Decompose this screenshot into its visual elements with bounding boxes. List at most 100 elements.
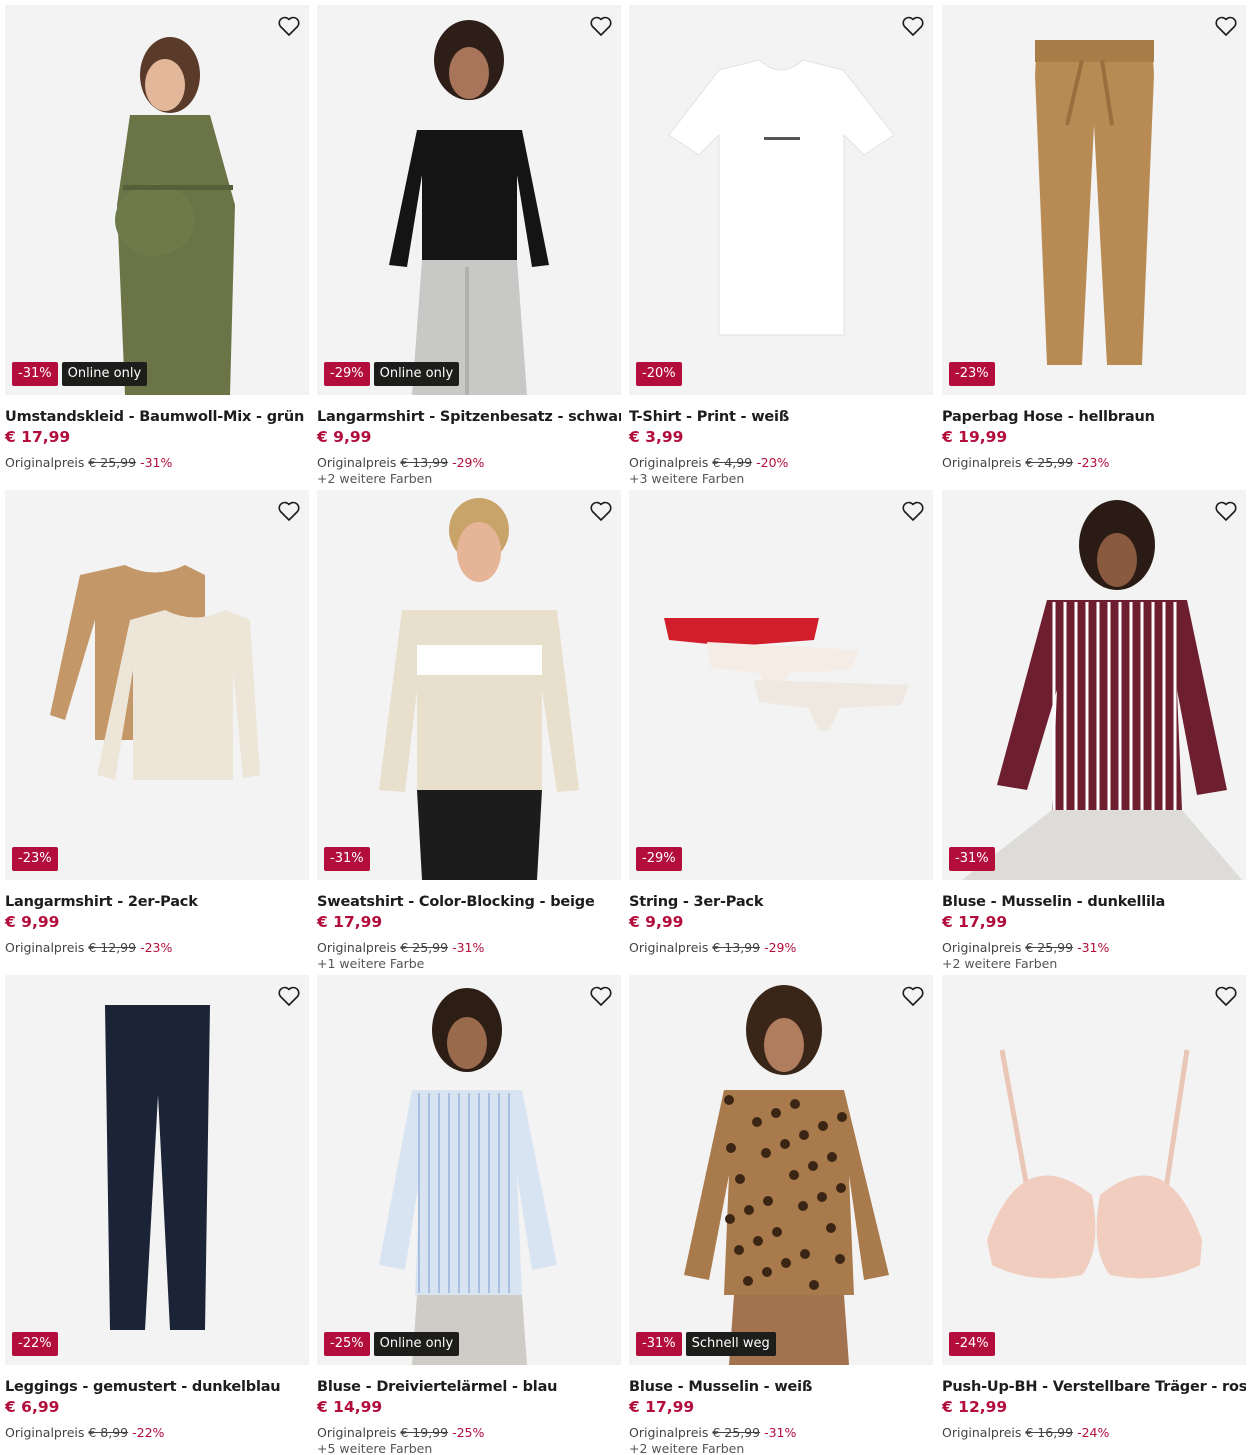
- heart-icon[interactable]: [1214, 500, 1238, 522]
- more-colors-label[interactable]: +2 weitere Farben: [942, 956, 1057, 971]
- discount-badge: -22%: [12, 1332, 58, 1356]
- heart-icon[interactable]: [277, 15, 301, 37]
- heart-icon[interactable]: [1214, 15, 1238, 37]
- original-price-label: Originalpreis: [629, 455, 709, 470]
- discount-percent: -25%: [452, 1425, 485, 1440]
- badges: -23%: [12, 847, 58, 871]
- product-price: € 9,99: [5, 913, 60, 931]
- discount-percent: -31%: [764, 1425, 797, 1440]
- original-price-label: Originalpreis: [317, 940, 397, 955]
- discount-badge: -31%: [949, 847, 995, 871]
- original-price-line: Originalpreis € 16,99 -24%: [942, 1425, 1109, 1440]
- product-image[interactable]: -23%: [942, 5, 1246, 395]
- original-price-label: Originalpreis: [5, 940, 85, 955]
- product-name[interactable]: Leggings - gemustert - dunkelblau: [5, 1379, 309, 1395]
- product-image[interactable]: -25% Online only: [317, 975, 621, 1365]
- original-price-label: Originalpreis: [5, 1425, 85, 1440]
- more-colors-label[interactable]: +3 weitere Farben: [629, 471, 744, 486]
- product-image[interactable]: -29%: [629, 490, 933, 880]
- product-name[interactable]: String - 3er-Pack: [629, 894, 933, 910]
- discount-badge: -23%: [12, 847, 58, 871]
- original-price: € 25,99: [712, 1425, 761, 1440]
- product-card[interactable]: -23% Paperbag Hose - hellbraun € 19,99 O…: [942, 5, 1246, 485]
- original-price-line: Originalpreis € 25,99 -31%: [942, 940, 1109, 955]
- heart-icon[interactable]: [901, 15, 925, 37]
- heart-icon[interactable]: [589, 985, 613, 1007]
- original-price-line: Originalpreis € 25,99 -31%: [317, 940, 484, 955]
- discount-badge: -23%: [949, 362, 995, 386]
- product-name[interactable]: Bluse - Musselin - weiß: [629, 1379, 933, 1395]
- product-name[interactable]: Sweatshirt - Color-Blocking - beige: [317, 894, 621, 910]
- more-colors-label[interactable]: +2 weitere Farben: [629, 1441, 744, 1455]
- heart-icon[interactable]: [901, 500, 925, 522]
- product-image[interactable]: -31% Schnell weg: [629, 975, 933, 1365]
- original-price-line: Originalpreis € 4,99 -20%: [629, 455, 788, 470]
- product-card[interactable]: -25% Online only Bluse - Dreiviertelärme…: [317, 975, 621, 1455]
- product-image[interactable]: -31% Online only: [5, 5, 309, 395]
- original-price-label: Originalpreis: [629, 940, 709, 955]
- product-card[interactable]: -29% Online only Langarmshirt - Spitzenb…: [317, 5, 621, 486]
- product-image[interactable]: -31%: [942, 490, 1246, 880]
- product-price: € 9,99: [629, 913, 684, 931]
- heart-icon[interactable]: [589, 500, 613, 522]
- product-card[interactable]: -20% T-Shirt - Print - weiß € 3,99 Origi…: [629, 5, 933, 486]
- discount-percent: -31%: [1077, 940, 1110, 955]
- product-card[interactable]: -31% Sweatshirt - Color-Blocking - beige…: [317, 490, 621, 971]
- product-image[interactable]: -29% Online only: [317, 5, 621, 395]
- product-name[interactable]: T-Shirt - Print - weiß: [629, 409, 933, 425]
- product-card[interactable]: -31% Bluse - Musselin - dunkellila € 17,…: [942, 490, 1246, 971]
- product-card[interactable]: -29% String - 3er-Pack € 9,99 Originalpr…: [629, 490, 933, 970]
- discount-percent: -23%: [1077, 455, 1110, 470]
- original-price-line: Originalpreis € 12,99 -23%: [5, 940, 172, 955]
- badges: -24%: [949, 1332, 995, 1356]
- product-name[interactable]: Bluse - Dreiviertelärmel - blau: [317, 1379, 621, 1395]
- product-name[interactable]: Bluse - Musselin - dunkellila: [942, 894, 1246, 910]
- product-price: € 17,99: [317, 913, 383, 931]
- badges: -29% Online only: [324, 362, 460, 386]
- heart-icon[interactable]: [277, 500, 301, 522]
- status-badge: Online only: [373, 1332, 460, 1356]
- product-name[interactable]: Langarmshirt - Spitzenbesatz - schwarz: [317, 409, 621, 425]
- more-colors-label[interactable]: +2 weitere Farben: [317, 471, 432, 486]
- discount-percent: -20%: [756, 455, 789, 470]
- badges: -31% Schnell weg: [636, 1332, 776, 1356]
- product-card[interactable]: -23% Langarmshirt - 2er-Pack € 9,99 Orig…: [5, 490, 309, 970]
- original-price: € 8,99: [88, 1425, 129, 1440]
- original-price-line: Originalpreis € 8,99 -22%: [5, 1425, 164, 1440]
- product-name[interactable]: Push-Up-BH - Verstellbare Träger - rosa: [942, 1379, 1246, 1395]
- product-name[interactable]: Paperbag Hose - hellbraun: [942, 409, 1246, 425]
- product-card[interactable]: -31% Online only Umstandskleid - Baumwol…: [5, 5, 309, 485]
- heart-icon[interactable]: [589, 15, 613, 37]
- product-name[interactable]: Langarmshirt - 2er-Pack: [5, 894, 309, 910]
- product-image[interactable]: -24%: [942, 975, 1246, 1365]
- product-image[interactable]: -20%: [629, 5, 933, 395]
- product-image[interactable]: -31%: [317, 490, 621, 880]
- leggings-icon: [105, 1005, 210, 1330]
- badges: -23%: [949, 362, 995, 386]
- blouse-icon: [962, 500, 1242, 880]
- product-image[interactable]: -22%: [5, 975, 309, 1365]
- heart-icon[interactable]: [277, 985, 301, 1007]
- original-price-label: Originalpreis: [317, 455, 397, 470]
- more-colors-label[interactable]: +5 weitere Farben: [317, 1441, 432, 1455]
- badges: -25% Online only: [324, 1332, 460, 1356]
- heart-icon[interactable]: [901, 985, 925, 1007]
- underwear-icon: [664, 618, 909, 732]
- product-card[interactable]: -24% Push-Up-BH - Verstellbare Träger - …: [942, 975, 1246, 1455]
- discount-percent: -23%: [140, 940, 173, 955]
- original-price-label: Originalpreis: [317, 1425, 397, 1440]
- original-price-line: Originalpreis € 13,99 -29%: [317, 455, 484, 470]
- product-name[interactable]: Umstandskleid - Baumwoll-Mix - grün: [5, 409, 309, 425]
- product-price: € 3,99: [629, 428, 684, 446]
- longsleeve-icon: [50, 565, 260, 780]
- discount-percent: -24%: [1077, 1425, 1110, 1440]
- product-card[interactable]: -22% Leggings - gemustert - dunkelblau €…: [5, 975, 309, 1455]
- product-image[interactable]: -23%: [5, 490, 309, 880]
- discount-badge: -31%: [12, 362, 58, 386]
- heart-icon[interactable]: [1214, 985, 1238, 1007]
- product-card[interactable]: -31% Schnell weg Bluse - Musselin - weiß…: [629, 975, 933, 1455]
- bra-icon: [987, 1049, 1202, 1279]
- dress-icon: [115, 37, 235, 395]
- product-price: € 19,99: [942, 428, 1008, 446]
- more-colors-label[interactable]: +1 weitere Farbe: [317, 956, 424, 971]
